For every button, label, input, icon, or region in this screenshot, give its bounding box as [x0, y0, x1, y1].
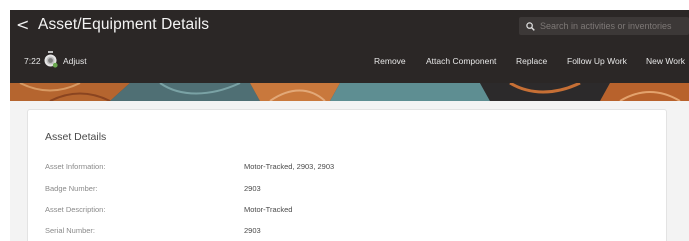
detail-row-asset-description: Asset Description: Motor-Tracked	[45, 205, 645, 217]
remove-button[interactable]: Remove	[374, 56, 406, 66]
action-toolbar: 7:22 Adjust Remove Attach Component Repl…	[10, 40, 689, 83]
follow-up-work-button[interactable]: Follow Up Work	[567, 56, 627, 66]
stopwatch-icon[interactable]	[43, 51, 58, 68]
elapsed-time: 7:22	[24, 56, 41, 66]
detail-row-asset-information: Asset Information: Motor-Tracked, 2903, …	[45, 162, 645, 174]
detail-row-serial-number: Serial Number: 2903	[45, 226, 645, 238]
banner-pattern	[10, 83, 689, 101]
search-box[interactable]	[519, 17, 689, 35]
detail-label: Badge Number:	[45, 184, 98, 193]
detail-value: 2903	[244, 226, 261, 235]
adjust-link[interactable]: Adjust	[63, 56, 87, 66]
section-title: Asset Details	[45, 131, 107, 143]
replace-button[interactable]: Replace	[516, 56, 547, 66]
detail-row-badge-number: Badge Number: 2903	[45, 184, 645, 196]
decorative-banner	[10, 83, 689, 101]
page-title: Asset/Equipment Details	[38, 16, 210, 33]
detail-label: Asset Information:	[45, 162, 106, 171]
search-icon	[526, 21, 535, 31]
attach-component-button[interactable]: Attach Component	[426, 56, 496, 66]
search-input[interactable]	[539, 21, 689, 31]
new-work-button[interactable]: New Work	[646, 56, 685, 66]
content-area: Asset Details Asset Information: Motor-T…	[10, 101, 689, 241]
detail-label: Serial Number:	[45, 226, 96, 235]
title-bar: < Asset/Equipment Details	[10, 10, 689, 40]
detail-label: Asset Description:	[45, 205, 106, 214]
detail-value: Motor-Tracked, 2903, 2903	[244, 162, 335, 171]
asset-details-card: Asset Details Asset Information: Motor-T…	[27, 109, 667, 241]
detail-value: 2903	[244, 184, 261, 193]
detail-value: Motor-Tracked	[244, 205, 293, 214]
back-button[interactable]: <	[16, 17, 38, 33]
